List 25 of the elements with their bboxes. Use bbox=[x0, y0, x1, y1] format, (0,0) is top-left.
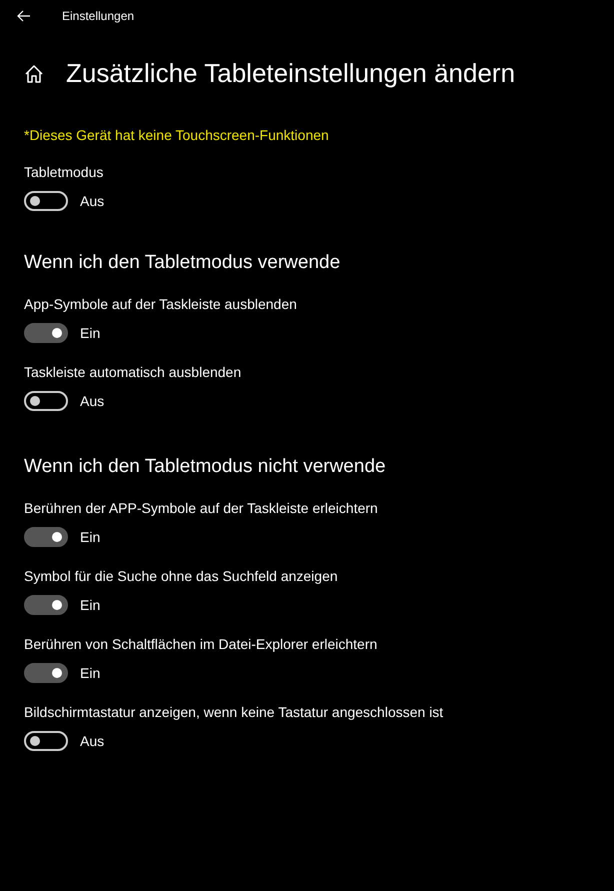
setting-label: Tabletmodus bbox=[24, 163, 104, 181]
page-title: Zusätzliche Tableteinstellungen ändern bbox=[66, 58, 516, 89]
back-icon[interactable] bbox=[16, 8, 32, 24]
home-icon[interactable] bbox=[24, 64, 44, 84]
toggle-switch[interactable] bbox=[24, 527, 68, 547]
toggle-state: Ein bbox=[80, 325, 100, 341]
toggle-state: Aus bbox=[80, 733, 104, 749]
section-heading: Wenn ich den Tabletmodus verwende bbox=[24, 251, 342, 275]
toggle-switch[interactable] bbox=[24, 595, 68, 615]
toggle-state: Aus bbox=[80, 193, 104, 209]
setting-label: Berühren der APP-Symbole auf der Taskleiste erleichtern bbox=[24, 499, 379, 517]
setting-label: Symbol für die Suche ohne das Suchfeld anzeigen bbox=[24, 567, 339, 585]
setting-label: App-Symbole auf der Taskleiste ausblenden bbox=[24, 295, 298, 313]
toggle-state: Ein bbox=[80, 665, 100, 681]
toggle-switch[interactable] bbox=[24, 663, 68, 683]
toggle-state: Ein bbox=[80, 529, 100, 545]
setting-label: Bildschirmtastatur anzeigen, wenn keine Tastatur angeschlossen ist bbox=[24, 703, 444, 721]
notice-text: *Dieses Gerät hat keine Touchscreen-Funktionen bbox=[24, 127, 330, 143]
section-heading: Wenn ich den Tabletmodus nicht verwende bbox=[24, 455, 387, 479]
toggle-switch[interactable] bbox=[24, 323, 68, 343]
toggle-state: Ein bbox=[80, 597, 100, 613]
app-title: Einstellungen bbox=[62, 9, 134, 23]
setting-label: Taskleiste automatisch ausblenden bbox=[24, 363, 242, 381]
toggle-state: Aus bbox=[80, 393, 104, 409]
setting-label: Berühren von Schaltflächen im Datei-Explorer erleichtern bbox=[24, 635, 378, 653]
